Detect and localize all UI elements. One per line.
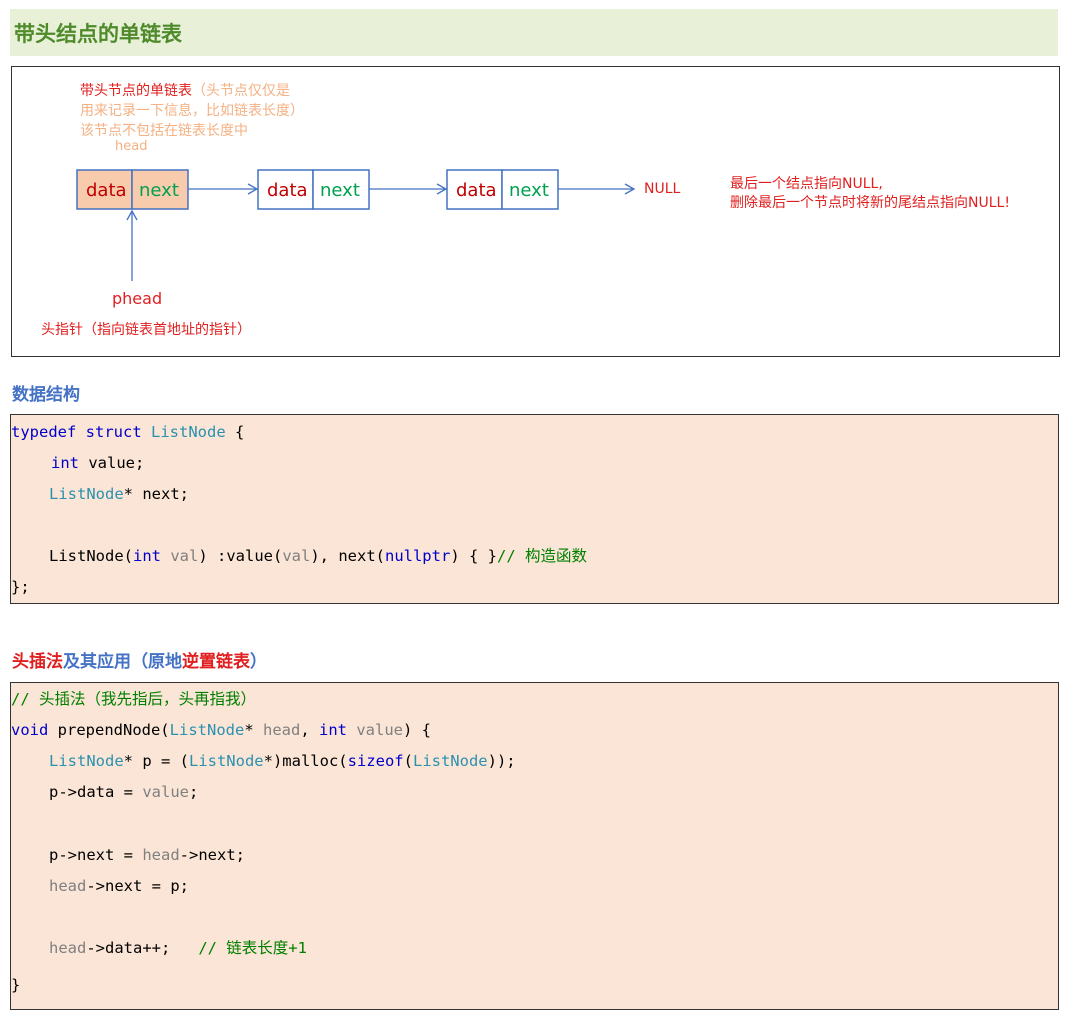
head-label: head [115, 139, 148, 154]
page-title-bar: 带头结点的单链表 [10, 9, 1058, 56]
node2-next-text: next [320, 180, 360, 201]
code2-line9: head->data++; // 链表长度+1 [49, 939, 307, 957]
head-description: 带头节点的单链表（头节点仅仅是 用来记录一下信息，比如链表长度） 该节点不包括在… [80, 81, 304, 141]
node3-next-text: next [509, 180, 549, 201]
head-desc-line1b: （头节点仅仅是 [192, 83, 290, 99]
head-node-next-text: next [139, 180, 179, 201]
null-label: NULL [644, 181, 681, 197]
code1-line3: ListNode* next; [49, 485, 189, 503]
code1-line2: int value; [51, 454, 145, 472]
section-data-structure-title: 数据结构 [12, 385, 80, 405]
code-block-data-structure: typedef struct ListNode { int value; Lis… [10, 414, 1059, 604]
code2-line1: // 头插法（我先指后，头再指我） [11, 690, 256, 708]
code1-line1: typedef struct ListNode { [11, 423, 245, 441]
section-head-insert-title: 头插法及其应用（原地逆置链表） [12, 647, 267, 672]
code1-line5: ListNode(int val) :value(val), next(null… [49, 547, 587, 565]
tail-note: 最后一个结点指向NULL, 删除最后一个节点时将新的尾结点指向NULL! [730, 175, 1010, 213]
node3-data-text: data [456, 180, 497, 201]
linked-list-diagram: 带头节点的单链表（头节点仅仅是 用来记录一下信息，比如链表长度） 该节点不包括在… [11, 66, 1060, 357]
code-block-prepend-node: // 头插法（我先指后，头再指我） void prependNode(ListN… [10, 682, 1059, 1010]
head-node-data-text: data [86, 180, 127, 201]
code2-line7: head->next = p; [49, 877, 189, 895]
code2-line2: void prependNode(ListNode* head, int val… [11, 721, 431, 739]
node2-data-text: data [267, 180, 308, 201]
code2-line11: } [11, 976, 21, 994]
head-desc-line3: 该节点不包括在链表长度中 [80, 123, 248, 139]
phead-label: phead [112, 289, 163, 308]
tail-note-line2: 删除最后一个节点时将新的尾结点指向NULL! [730, 195, 1010, 211]
code1-line6: }; [11, 578, 30, 596]
code2-line4: p->data = value; [49, 783, 199, 801]
section2-title-part2: 及其应用（原地 [63, 652, 182, 672]
phead-description: 头指针（指向链表首地址的指针） [41, 322, 251, 338]
section2-title-part1: 头插法 [12, 652, 63, 672]
head-desc-line1a: 带头节点的单链表 [80, 83, 192, 99]
code2-line3: ListNode* p = (ListNode*)malloc(sizeof(L… [49, 752, 516, 770]
section2-title-part3: 逆置链表 [182, 652, 250, 672]
page-title: 带头结点的单链表 [14, 21, 182, 46]
code2-line6: p->next = head->next; [49, 846, 245, 864]
tail-note-line1: 最后一个结点指向NULL, [730, 176, 883, 192]
head-desc-line2: 用来记录一下信息，比如链表长度） [80, 103, 304, 119]
section2-title-part4: ） [250, 652, 267, 672]
